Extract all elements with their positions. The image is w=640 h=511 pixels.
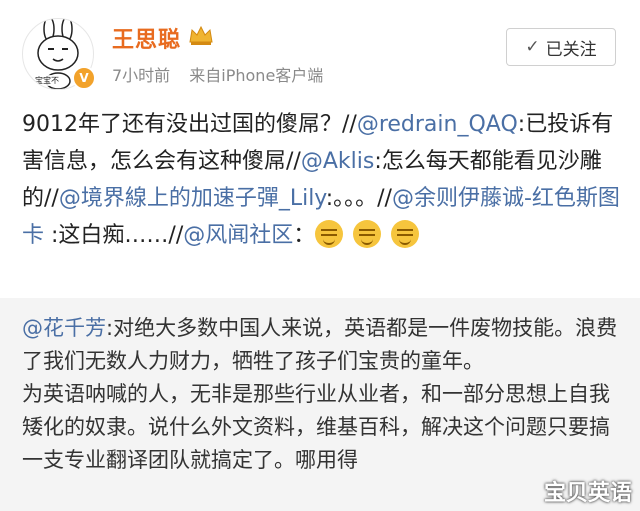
check-icon: ✓ xyxy=(525,37,540,57)
mention-link[interactable]: @Aklis xyxy=(301,149,374,174)
post-body: 9012年了还有没出过国的傻屌？//@redrain_QAQ:已投诉有害信息，怎… xyxy=(22,106,626,254)
grinning-emoji-icon xyxy=(315,220,344,248)
follow-button[interactable]: ✓ 已关注 xyxy=(506,28,616,66)
post-meta: 7小时前 来自iPhone客户端 xyxy=(112,62,337,86)
post-text: 9012年了还有没出过国的傻屌？// xyxy=(22,112,357,137)
post-time: 7小时前 xyxy=(112,66,171,85)
post-source: 来自iPhone客户端 xyxy=(189,66,324,85)
grinning-emoji-icon xyxy=(353,220,382,248)
post-text: :。。。// xyxy=(325,186,392,211)
watermark: 宝贝英语 xyxy=(543,481,632,506)
crown-icon xyxy=(189,25,213,45)
post-text: :这白痴……// xyxy=(44,223,184,248)
repost-author-mention[interactable]: @花千芳 xyxy=(22,316,106,340)
mention-link[interactable]: @redrain_QAQ xyxy=(357,112,518,137)
post-text: ： xyxy=(293,223,316,248)
repost-text: @花千芳:对绝大多数中国人来说，英语都是一件废物技能。浪费了我们无数人力财力，牺… xyxy=(22,312,626,477)
repost-line: 为英语呐喊的人，无非是那些行业从业者，和一部分思想上自我矮化的奴隶。说什么外文资… xyxy=(22,382,610,472)
follow-label: 已关注 xyxy=(545,39,597,60)
avatar-caption: 宝宝不 xyxy=(33,75,61,86)
user-name[interactable]: 王思聪 xyxy=(112,22,181,54)
post-header: 宝宝不 V 王思聪 7小时前 来自iPhone客户端 ✓ 已关注 xyxy=(0,0,640,100)
grinning-emoji-icon xyxy=(391,220,420,248)
mention-link[interactable]: @境界線上的加速子彈_Lily xyxy=(59,186,326,211)
repost-line: :对绝大多数中国人来说，英语都是一件废物技能。浪费了我们无数人力财力，牺牲了孩子… xyxy=(22,316,618,373)
mention-link[interactable]: @风闻社区 xyxy=(183,223,293,248)
vip-badge-icon: V xyxy=(72,66,96,90)
